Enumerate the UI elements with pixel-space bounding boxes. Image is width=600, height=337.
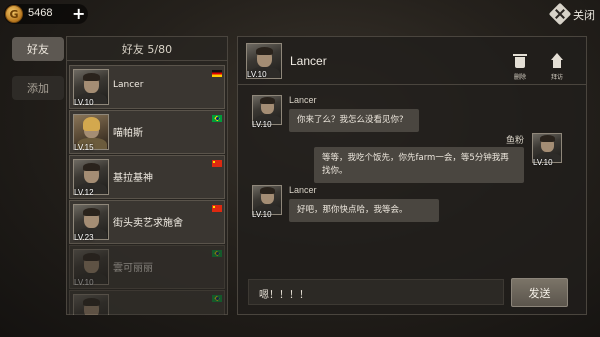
delete-label: 删除 <box>513 74 526 81</box>
friend-item[interactable]: LV.10 雲可丽丽 <box>69 245 225 289</box>
level-badge: LV.23 <box>74 233 94 242</box>
level-badge: LV.10 <box>74 278 94 287</box>
visit-label: 拜访 <box>550 74 563 81</box>
friend-name: 喵帕斯 <box>113 128 143 139</box>
level-badge: LV.10 <box>252 120 272 129</box>
close-label: 关闭 <box>573 9 595 22</box>
message-sender: 鱼粉 <box>506 135 525 145</box>
brazil-flag-icon <box>212 250 222 257</box>
level-badge: LV.10 <box>74 98 94 107</box>
friend-name: 街头卖艺求施舍 <box>113 218 183 229</box>
coin-amount: 5468 <box>28 7 53 19</box>
friend-list[interactable]: LV.10 Lancer LV.15 喵帕斯 LV.12 基拉基神 LV.23 … <box>69 65 225 315</box>
china-flag-icon <box>212 160 222 167</box>
home-icon <box>549 53 565 69</box>
message-input[interactable]: 嗯！！！！ <box>248 279 504 305</box>
friend-name: 雲可丽丽 <box>113 263 153 274</box>
visit-button[interactable]: 拜访 <box>545 53 569 81</box>
close-icon <box>548 2 572 26</box>
delete-friend-button[interactable]: 删除 <box>508 53 532 81</box>
brazil-flag-icon <box>212 115 222 122</box>
friend-item[interactable] <box>69 290 225 315</box>
message-bubble: 好吧，那你快点哈，我等会。 <box>289 199 439 222</box>
coin-icon: G <box>5 5 23 23</box>
message-bubble: 等等，我吃个饭先，你先farm一会，等5分钟我再找你。 <box>314 147 524 183</box>
friend-name: 基拉基神 <box>113 173 153 184</box>
message-sender: Lancer <box>289 185 317 195</box>
friend-list-panel: 好友 5/80 LV.10 Lancer LV.15 喵帕斯 LV.12 基拉基… <box>66 36 228 315</box>
message-list[interactable]: LV.10 Lancer 你来了么？我怎么没看见你? 鱼粉 等等，我吃个饭先，你… <box>246 91 580 269</box>
level-badge: LV.12 <box>74 188 94 197</box>
chat-panel: LV.10 Lancer 删除 拜访 LV.10 Lancer 你来了么？我怎么… <box>237 36 587 315</box>
friend-item[interactable]: LV.12 基拉基神 <box>69 155 225 199</box>
send-button[interactable]: 发送 <box>511 278 568 307</box>
brazil-flag-icon <box>212 295 222 302</box>
level-badge: LV.10 <box>533 158 553 167</box>
friend-list-header: 好友 5/80 <box>67 37 227 61</box>
friend-name: Lancer <box>113 80 144 90</box>
germany-flag-icon <box>212 70 222 77</box>
message-bubble: 你来了么？我怎么没看见你? <box>289 109 419 132</box>
message-sender: Lancer <box>289 95 317 105</box>
avatar <box>73 294 109 315</box>
level-badge: LV.10 <box>252 210 272 219</box>
tab-add[interactable]: 添加 <box>12 76 64 100</box>
close-button[interactable]: 关闭 <box>548 2 596 26</box>
level-badge: LV.10 <box>247 70 267 79</box>
china-flag-icon <box>212 205 222 212</box>
chat-message: 鱼粉 等等，我吃个饭先，你先farm一会，等5分钟我再找你。 LV.10 <box>246 133 580 187</box>
friend-item[interactable]: LV.10 Lancer <box>69 65 225 109</box>
chat-title: Lancer <box>290 54 327 68</box>
top-bar: G 5468 + 关闭 <box>0 0 600 30</box>
friend-item[interactable]: LV.15 喵帕斯 <box>69 110 225 154</box>
chat-message: LV.10 Lancer 好吧，那你快点哈，我等会。 <box>246 185 580 229</box>
tab-friends[interactable]: 好友 <box>12 37 64 61</box>
friend-item[interactable]: LV.23 街头卖艺求施舍 <box>69 200 225 244</box>
chat-header: LV.10 Lancer 删除 拜访 <box>238 37 586 85</box>
trash-icon <box>512 53 528 69</box>
level-badge: LV.15 <box>74 143 94 152</box>
add-coins-button[interactable]: + <box>72 5 85 23</box>
currency-display: G 5468 + <box>4 4 88 24</box>
